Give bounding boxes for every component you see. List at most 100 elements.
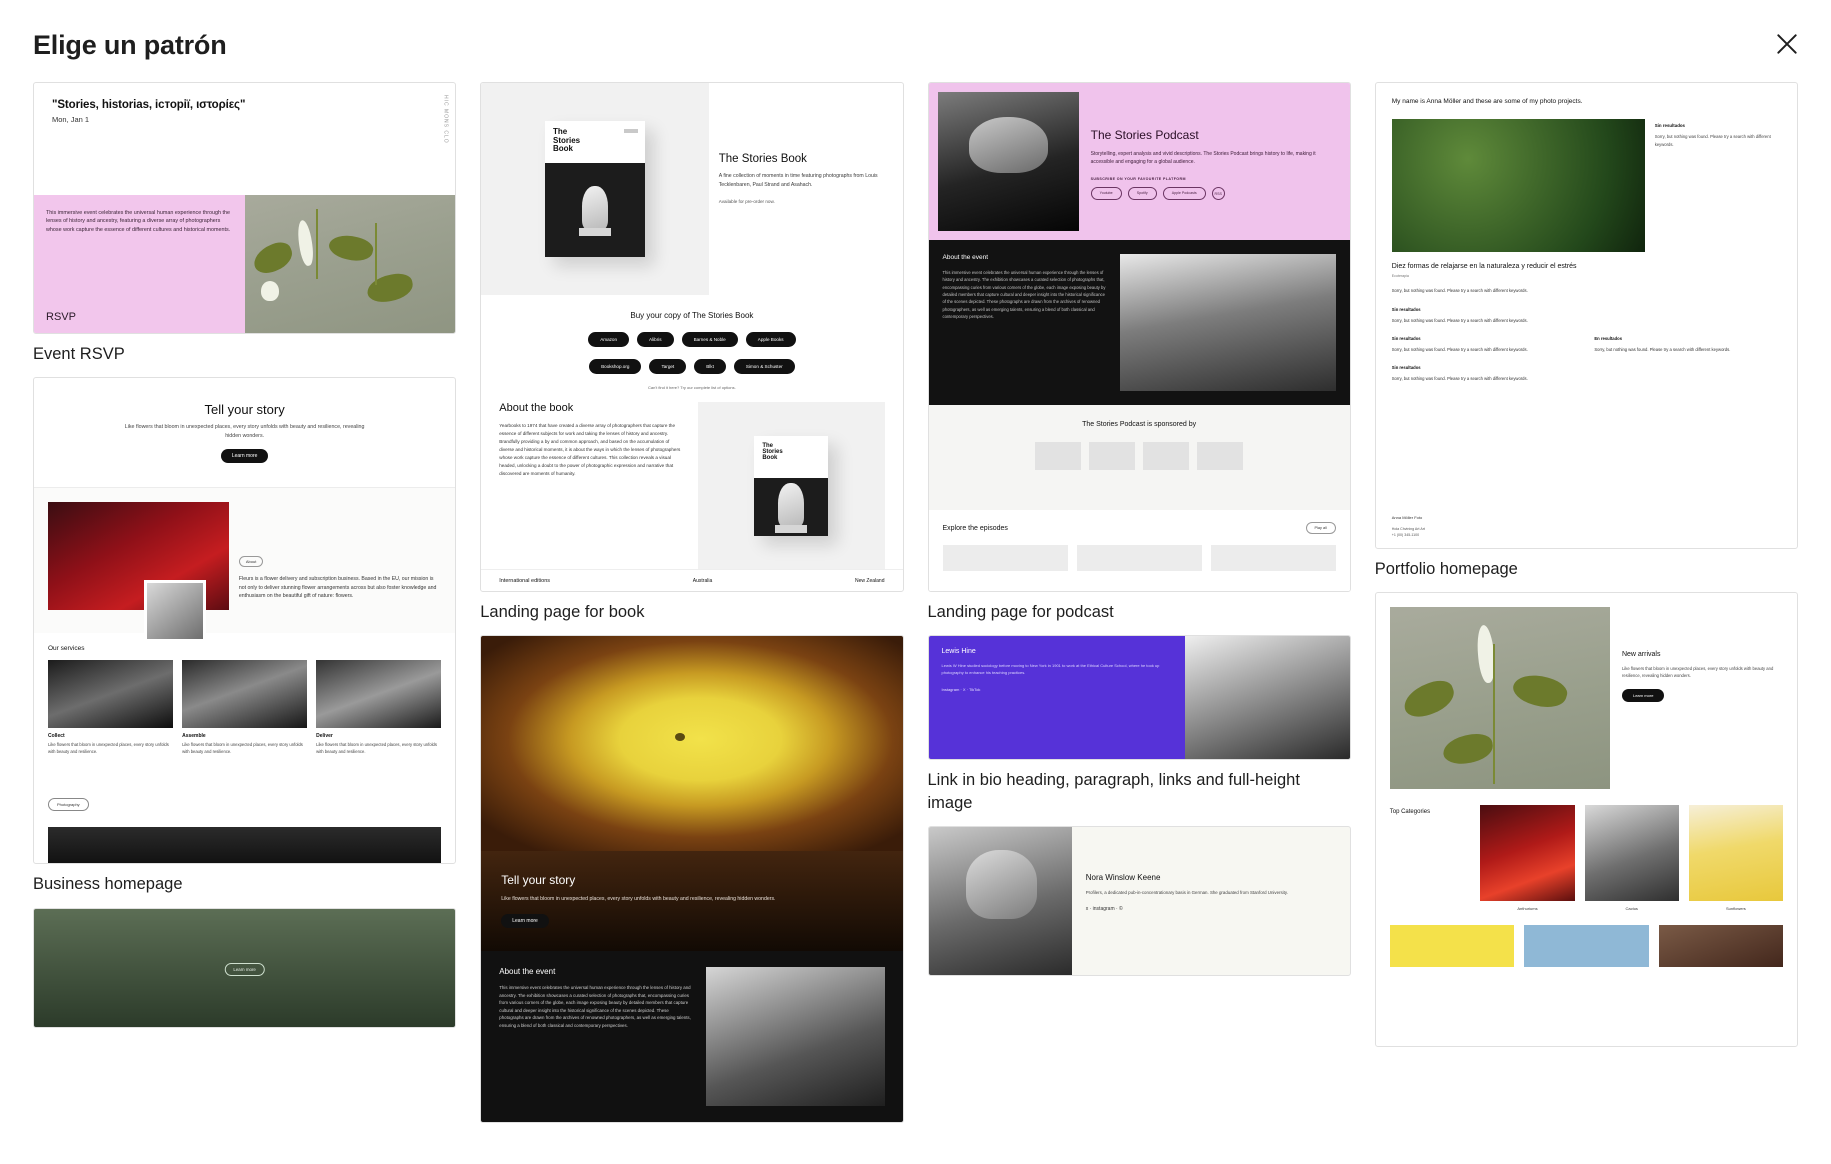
book-about-section: About the book Yearbooks to 1974 that ha…: [481, 390, 902, 569]
modal-header: Elige un patrón: [0, 0, 1831, 84]
service-card: Deliver Like flowers that bloom in unexp…: [316, 660, 442, 755]
book-note: Available for pre-order now.: [718, 199, 775, 205]
pattern-preview[interactable]: Lewis Hine Lewis W Hine studied sociolog…: [927, 635, 1351, 761]
book-body: A fine collection of moments in time fea…: [718, 173, 878, 188]
pattern-business-homepage[interactable]: Tell your story Like flowers that bloom …: [33, 377, 457, 895]
edition-item: Australia: [692, 577, 713, 584]
biz-footer-image: [48, 827, 442, 864]
flower-heading: Tell your story: [501, 873, 576, 888]
pattern-grid: "Stories, historias, історії, ιστορίες" …: [33, 82, 1798, 1164]
service-body: Like flowers that bloom in unexpected pl…: [48, 742, 169, 754]
book-about-heading: About the book: [499, 402, 574, 414]
flower-hero-image: [481, 636, 903, 852]
rsvp-photo: [244, 195, 456, 333]
episodes-heading: Explore the episodes: [942, 524, 1008, 532]
service-body: Like flowers that bloom in unexpected pl…: [316, 742, 437, 754]
book-hero-text: The Stories Book A fine collection of mo…: [709, 83, 903, 295]
pattern-landing-page-podcast[interactable]: The Stories Podcast Storytelling, expert…: [927, 82, 1351, 623]
portfolio-footer-contact: Hola Chvining Art Art +1 (00) 345-1100: [1391, 527, 1425, 537]
pattern-link-in-bio[interactable]: Lewis Hine Lewis W Hine studied sociolog…: [927, 635, 1351, 814]
rsvp-header: "Stories, historias, історії, ιστορίες" …: [34, 83, 455, 195]
biz-services-title: Our services: [48, 645, 85, 653]
portfolio-footer: Anna Möller Foto Hola Chvining Art Art +…: [1392, 515, 1781, 548]
pattern-preview[interactable]: Tell your story Like flowers that bloom …: [33, 377, 457, 865]
portfolio-hero-side: Sin resultados Sorry, but nothing was fo…: [1655, 119, 1781, 252]
flower-button: Learn more: [501, 913, 549, 928]
pattern-preview[interactable]: Learn more: [33, 907, 457, 1028]
pattern-new-arrivals[interactable]: New arrivals Like flowers that bloom in …: [1374, 592, 1798, 1048]
portfolio-columns-2: Sin resultados Sorry, but nothing was fo…: [1392, 336, 1781, 353]
leaf-shape: [1440, 731, 1495, 766]
category-item: Cactus: [1584, 805, 1679, 912]
portfolio-column: [1594, 365, 1781, 382]
portfolio-column: En resultados Sorry, but nothing was fou…: [1594, 336, 1781, 353]
pattern-nora-winslow-keene[interactable]: Nora Winslow Keene Profilers, a dedicate…: [927, 825, 1351, 976]
retailer-button: Target: [649, 359, 687, 374]
leaf-shape: [326, 231, 376, 266]
retailer-button: Apple Books: [745, 332, 796, 347]
stem-shape: [316, 208, 319, 279]
portfolio-column: Sin resultados Sorry, but nothing was fo…: [1392, 336, 1579, 353]
pattern-preview[interactable]: Nora Winslow Keene Profilers, a dedicate…: [927, 825, 1351, 976]
biz-footer-pill: Photography: [48, 798, 89, 812]
service-title: Collect: [48, 733, 65, 740]
pattern-landing-page-book[interactable]: The Stories Book The Stories Book A fine…: [480, 82, 904, 623]
portfolio-footer-name: Anna Möller Foto: [1391, 515, 1423, 521]
rsvp-date: Mon, Jan 1: [52, 115, 90, 124]
arrivals-body: Like flowers that bloom in unexpected pl…: [1621, 666, 1774, 679]
portfolio-intro: My name is Anna Möller and these are som…: [1391, 98, 1583, 105]
category-label: Cactus: [1625, 906, 1638, 912]
leaf-shape: [1509, 669, 1571, 714]
retailer-button: Alibris: [637, 332, 674, 347]
retailer-button: Bookshop.org: [589, 359, 642, 374]
pattern-portfolio-homepage[interactable]: My name is Anna Möller and these are som…: [1374, 82, 1798, 580]
close-button[interactable]: [1765, 22, 1809, 66]
linkbio-heading: Lewis Hine: [941, 648, 976, 656]
pattern-event-rsvp[interactable]: "Stories, historias, історії, ιστορίες" …: [33, 82, 457, 365]
book-cover-image: [544, 163, 645, 257]
portfolio-column-body: Sorry, but nothing was found. Please try…: [1391, 317, 1528, 323]
arrivals-categories: Top Categories Anthuriums Cactus Sunflow…: [1390, 805, 1783, 911]
book-cover-image: [754, 477, 829, 536]
pattern-preview[interactable]: The Stories Podcast Storytelling, expert…: [927, 82, 1351, 592]
portfolio-hero: Sin resultados Sorry, but nothing was fo…: [1391, 119, 1781, 253]
pattern-preview[interactable]: "Stories, historias, історії, ιστορίες" …: [33, 82, 457, 334]
biz-footer: Photography: [34, 793, 455, 821]
portfolio-column-body: Sorry, but nothing was found. Please try…: [1391, 346, 1528, 352]
leaf-shape: [249, 238, 297, 278]
tree-badge: Learn more: [224, 962, 265, 976]
flower-spathe: [296, 219, 316, 267]
categories-label: Top Categories: [1389, 809, 1431, 816]
rsvp-body-row: This immersive event celebrates the univ…: [34, 195, 456, 333]
pattern-caption: Business homepage: [33, 875, 183, 894]
pattern-tree-preview[interactable]: Learn more: [33, 907, 457, 1028]
book-cover-head: The Stories Book: [754, 436, 828, 478]
podcast-about: About the event This immersive event cel…: [928, 240, 1350, 405]
biz-hero: Tell your story Like flowers that bloom …: [34, 378, 456, 489]
portfolio-article-title: Diez formas de relajarse en la naturalez…: [1391, 263, 1577, 271]
pattern-caption: Link in bio heading, paragraph, links an…: [927, 771, 1300, 812]
pattern-preview[interactable]: My name is Anna Möller and these are som…: [1374, 82, 1798, 549]
rsvp-cta: RSVP: [46, 311, 76, 323]
nora-portrait-image: [928, 826, 1072, 975]
pattern-caption: Portfolio homepage: [1374, 560, 1518, 578]
podcast-hero: The Stories Podcast Storytelling, expert…: [928, 83, 1350, 240]
book-about-text: About the book Yearbooks to 1974 that ha…: [499, 402, 684, 569]
podcast-platform-chips: Youtube Spotify Apple Podcasts RSS: [1090, 187, 1333, 200]
pattern-preview[interactable]: Tell your story Like flowers that bloom …: [480, 635, 904, 1124]
pattern-preview[interactable]: The Stories Book The Stories Book A fine…: [480, 82, 904, 592]
category-item: Anthuriums: [1480, 805, 1575, 911]
pattern-preview[interactable]: New arrivals Like flowers that bloom in …: [1374, 592, 1798, 1048]
portfolio-column-body: Sorry, but nothing was found. Please try…: [1594, 346, 1731, 352]
podcast-about-text: About the event This immersive event cel…: [943, 254, 1108, 391]
strip-swatch: [1658, 925, 1784, 968]
book-about-body: Yearbooks to 1974 that have created a di…: [499, 423, 681, 477]
book-editions: International editions Australia New Zea…: [481, 569, 903, 591]
portfolio-column-heading: Sin resultados: [1391, 306, 1421, 312]
pattern-tell-your-story-flower[interactable]: Tell your story Like flowers that bloom …: [480, 635, 904, 1124]
book-buy-heading: Buy your copy of The Stories Book: [630, 311, 754, 320]
strip-swatch: [1389, 925, 1515, 968]
portfolio-side-heading: Sin resultados: [1654, 123, 1686, 129]
platform-chip: Apple Podcasts: [1162, 187, 1206, 200]
book-heading: The Stories Book: [718, 153, 807, 165]
